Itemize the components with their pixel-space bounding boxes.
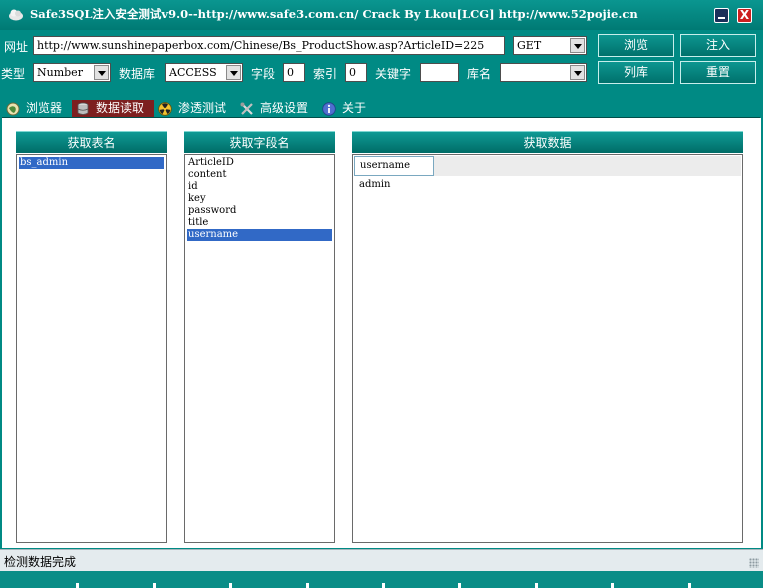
keyword-label: 关键字 [375,67,412,81]
method-select[interactable]: GET [513,36,587,55]
type-label: 类型 [1,67,26,81]
info-icon [322,102,336,116]
url-input[interactable]: http://www.sunshinepaperbox.com/Chinese/… [33,36,505,55]
strip-mark [382,583,385,588]
bottom-strip [0,571,763,588]
type-select[interactable]: Number [33,63,111,82]
list-item[interactable]: content [187,169,332,181]
title-bar[interactable]: Safe3SQL注入安全测试v9.0--http://www.safe3.com… [0,0,763,30]
strip-mark [535,583,538,588]
strip-mark [229,583,232,588]
strip-mark [458,583,461,588]
resize-grip-icon[interactable] [749,558,759,568]
status-text: 检测数据完成 [4,555,77,569]
data-header: 获取数据 [352,131,743,153]
grid-column-header[interactable]: username [354,156,434,176]
type-value: Number [37,66,83,79]
strip-mark [688,583,691,588]
inject-button[interactable]: 注入 [680,34,756,57]
tables-list[interactable]: bs_admin [16,154,167,543]
dbname-label: 库名 [467,67,492,81]
database-icon [77,102,89,115]
main-window: Safe3SQL注入安全测试v9.0--http://www.safe3.com… [0,0,763,588]
strip-mark [306,583,309,588]
db-label: 数据库 [119,67,156,81]
chevron-down-icon[interactable] [570,38,585,53]
minimize-button[interactable] [714,8,729,23]
list-item[interactable]: ArticleID [187,157,332,169]
db-value: ACCESS [169,66,217,79]
index-label: 索引 [313,67,338,81]
field-count-input[interactable]: 0 [283,63,305,82]
url-label: 网址 [4,40,29,54]
radiation-icon [158,102,172,116]
data-grid[interactable]: username admin [352,154,743,543]
tab-pentest[interactable]: 渗透测试 [154,100,236,118]
close-button[interactable]: X [737,8,752,23]
list-item[interactable]: username [187,229,332,241]
grid-cell[interactable]: admin [359,179,390,190]
tab-data-read[interactable]: 数据读取 [72,100,154,118]
strip-mark [611,583,614,588]
list-item[interactable]: title [187,217,332,229]
cloud-icon [9,9,23,21]
window-title: Safe3SQL注入安全测试v9.0--http://www.safe3.com… [30,7,638,21]
method-value: GET [517,39,542,52]
list-item[interactable]: id [187,181,332,193]
chevron-down-icon[interactable] [570,65,585,80]
field-label: 字段 [251,67,276,81]
strip-mark [153,583,156,588]
keyword-input[interactable] [420,63,459,82]
fields-header: 获取字段名 [184,131,335,153]
chevron-down-icon[interactable] [226,65,241,80]
list-item[interactable]: password [187,205,332,217]
tab-advanced[interactable]: 高级设置 [236,100,318,118]
reset-button[interactable]: 重置 [680,61,756,84]
tab-about[interactable]: 关于 [318,100,376,118]
status-bar: 检测数据完成 [0,549,763,571]
browse-button[interactable]: 浏览 [598,34,674,57]
db-select[interactable]: ACCESS [165,63,243,82]
tab-browser[interactable]: 浏览器 [2,100,72,118]
index-input[interactable]: 0 [345,63,367,82]
fields-list[interactable]: ArticleID content id key password title … [184,154,335,543]
grid-header-row: username [354,156,741,176]
globe-icon [6,102,20,116]
strip-mark [76,583,79,588]
chevron-down-icon[interactable] [94,65,109,80]
list-item[interactable]: key [187,193,332,205]
dbname-select[interactable] [500,63,587,82]
list-db-button[interactable]: 列库 [598,61,674,84]
data-read-panel: 获取表名 bs_admin 获取字段名 ArticleID content id… [2,118,761,548]
tables-header: 获取表名 [16,131,167,153]
list-item[interactable]: bs_admin [19,157,164,169]
tools-icon [240,102,253,115]
